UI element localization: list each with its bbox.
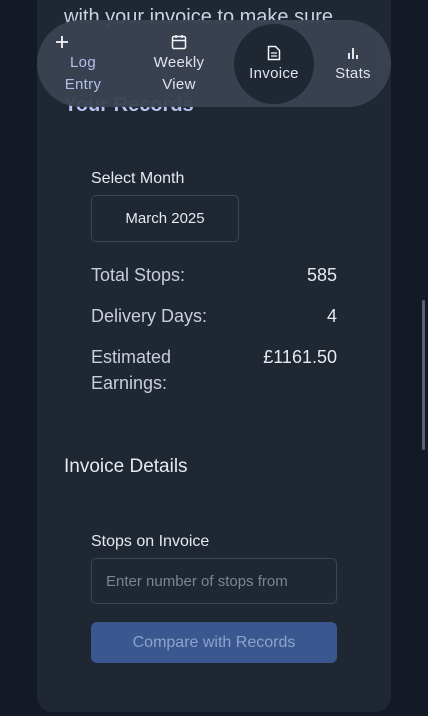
nav-item-weekly-view[interactable]: Weekly View: [137, 20, 221, 107]
invoice-details-heading: Invoice Details: [64, 456, 188, 477]
estimated-earnings-row: Estimated Earnings: £1161.50: [91, 344, 337, 396]
nav-label: Log: [70, 53, 96, 71]
compare-with-records-button[interactable]: Compare with Records: [91, 622, 337, 663]
nav-label: View: [162, 75, 196, 93]
total-stops-label: Total Stops:: [91, 265, 186, 285]
select-month-label: Select Month: [91, 170, 185, 187]
estimated-earnings-label: Estimated Earnings:: [91, 347, 172, 393]
nav-label: Weekly: [153, 53, 205, 71]
delivery-days-row: Delivery Days: 4: [91, 303, 337, 329]
nav-label: Entry: [64, 75, 102, 93]
nav-label: Stats: [335, 64, 371, 82]
document-icon: [267, 43, 281, 63]
plus-icon: [55, 32, 69, 52]
floating-nav-bar: Log Entry Weekly View Invoice Stats: [37, 20, 391, 107]
calendar-icon: [171, 32, 187, 52]
scrollbar[interactable]: [422, 300, 425, 450]
stops-on-invoice-label: Stops on Invoice: [91, 533, 210, 550]
bar-chart-icon: [346, 43, 360, 63]
estimated-earnings-value: £1161.50: [263, 347, 337, 367]
nav-item-invoice[interactable]: Invoice: [234, 24, 314, 104]
delivery-days-label: Delivery Days:: [91, 306, 208, 326]
month-selector[interactable]: March 2025: [91, 195, 239, 242]
nav-item-stats[interactable]: Stats: [323, 20, 383, 107]
stops-on-invoice-input[interactable]: [91, 558, 337, 604]
nav-item-log-entry[interactable]: Log Entry: [51, 20, 115, 107]
delivery-days-value: 4: [326, 306, 337, 326]
nav-label: Invoice: [249, 65, 299, 82]
total-stops-value: 585: [306, 265, 337, 285]
total-stops-row: Total Stops: 585: [91, 262, 337, 288]
